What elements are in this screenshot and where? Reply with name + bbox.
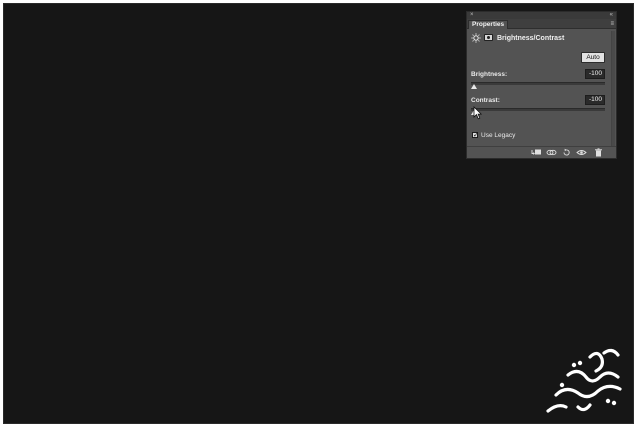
use-legacy-label: Use Legacy — [481, 132, 516, 139]
watermark-logo — [546, 348, 622, 413]
view-previous-state-icon[interactable] — [546, 148, 557, 157]
checkmark-icon: ✓ — [473, 132, 479, 139]
contrast-slider-track[interactable] — [471, 108, 605, 111]
adjustment-title: Brightness/Contrast — [497, 35, 565, 42]
brightness-slider-track[interactable] — [471, 82, 605, 85]
reset-icon[interactable] — [561, 148, 572, 157]
layer-mask-icon[interactable] — [484, 34, 493, 41]
visibility-icon[interactable] — [576, 148, 587, 157]
panel-bottom-toolbar — [467, 146, 616, 158]
mouse-pointer-icon — [473, 106, 482, 120]
contrast-label: Contrast: — [471, 97, 500, 104]
close-icon[interactable]: × — [470, 11, 474, 19]
clip-to-layer-icon[interactable] — [531, 148, 542, 157]
use-legacy-checkbox[interactable]: ✓ — [472, 132, 479, 139]
auto-button[interactable]: Auto — [581, 52, 605, 63]
panel-title-bar[interactable]: × « — [467, 12, 616, 19]
trash-icon[interactable] — [593, 148, 604, 157]
properties-panel: × « Properties ≡ Brightness/Contrast Aut… — [466, 11, 617, 159]
panel-scrollbar[interactable] — [611, 31, 615, 146]
adjustment-header: Brightness/Contrast — [471, 33, 612, 44]
collapse-icon[interactable]: « — [610, 11, 613, 19]
brightness-input[interactable]: -100 — [585, 69, 605, 79]
sun-icon — [471, 33, 481, 43]
contrast-input[interactable]: -100 — [585, 95, 605, 105]
tab-properties[interactable]: Properties — [468, 20, 509, 29]
brightness-label: Brightness: — [471, 71, 508, 78]
brightness-slider-thumb[interactable] — [471, 84, 477, 89]
panel-tab-row: Properties ≡ — [467, 19, 616, 29]
panel-menu-icon[interactable]: ≡ — [610, 20, 614, 28]
